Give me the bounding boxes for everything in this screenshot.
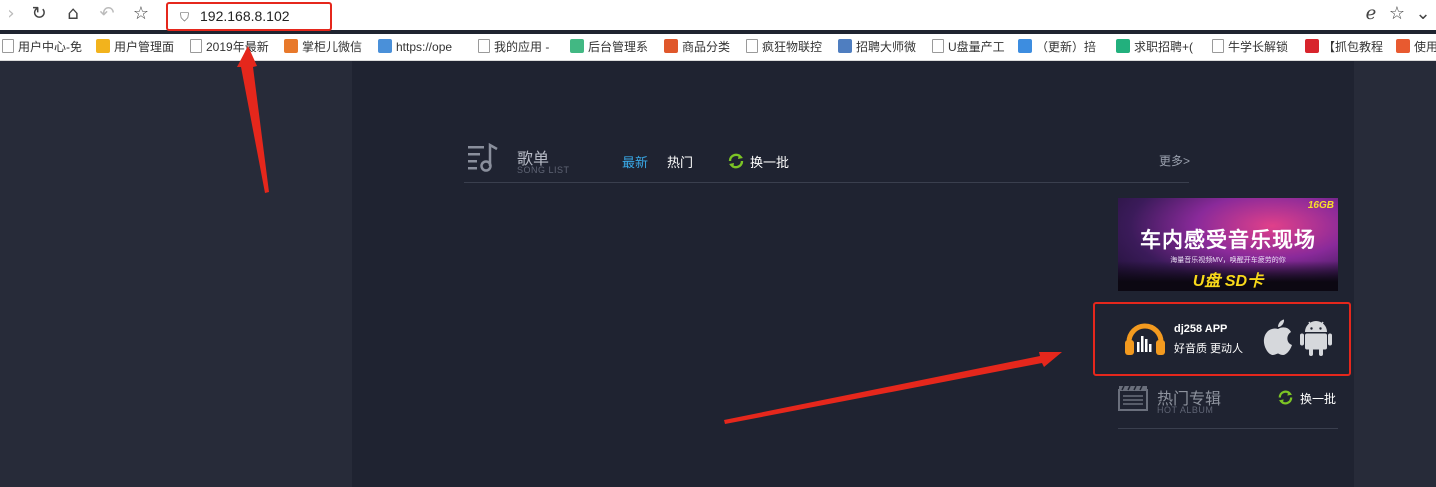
chevron-down-icon[interactable]: ⌄ — [1412, 3, 1434, 25]
address-bar[interactable]: ⛉ 192.168.8.102 — [166, 2, 332, 31]
page-icon — [190, 39, 202, 53]
banner-usb-label: U盘 SD卡 — [1192, 273, 1264, 290]
site-icon — [1018, 39, 1032, 53]
blank-icon — [932, 39, 944, 53]
url-text[interactable]: 192.168.8.102 — [200, 8, 290, 24]
site-icon — [1305, 39, 1319, 53]
page-left-gutter — [0, 61, 352, 487]
tab-newest[interactable]: 最新 — [622, 152, 648, 171]
bookmark-item[interactable]: 我的应用 - — [478, 38, 554, 56]
bookmark-item[interactable]: 后台管理系 — [570, 38, 650, 56]
bookmark-item[interactable]: 用户中心-免 — [2, 38, 82, 56]
page-icon — [1212, 39, 1224, 53]
site-icon — [1396, 39, 1410, 53]
star-icon[interactable]: ☆ — [130, 3, 152, 25]
page-right-gutter — [1354, 61, 1436, 487]
home-icon[interactable]: ⌂ — [62, 3, 84, 25]
album-icon — [1118, 385, 1148, 411]
apple-icon[interactable] — [1262, 318, 1294, 356]
bookmark-item[interactable]: 招聘大师微 — [838, 38, 918, 56]
page-icon — [746, 39, 758, 53]
bookmark-item[interactable]: 求职招聘+( — [1116, 38, 1200, 56]
site-icon — [378, 39, 392, 53]
shield-icon: ⛉ — [180, 10, 190, 24]
bookmarks-bar: 用户中心-免 用户管理面 2019年最新 掌柜儿微信 https://ope 我… — [0, 34, 1436, 61]
headphones-app-icon[interactable] — [1124, 318, 1166, 358]
bookmark-item[interactable]: （更新）掊 — [1018, 38, 1104, 56]
app-name: dj258 APP — [1174, 323, 1228, 335]
bookmark-item[interactable]: 商品分类 — [664, 38, 734, 56]
divider — [464, 182, 1189, 183]
bookmark-item[interactable]: 2019年最新 — [190, 38, 270, 56]
reload-icon[interactable]: ↻ — [28, 3, 50, 25]
bookmark-item[interactable]: 牛学长解锁 — [1212, 38, 1292, 56]
vue-icon — [570, 39, 584, 53]
favorite-star-icon[interactable]: ☆ — [1386, 3, 1408, 25]
undo-icon[interactable]: ↶ — [96, 3, 118, 25]
forward-icon[interactable]: › — [0, 3, 22, 25]
refresh-icon[interactable] — [727, 152, 745, 170]
bookmark-item[interactable]: 【抓包教程 — [1305, 38, 1385, 56]
banner-subtitle: 海量音乐视频MV，唤醒开车疲劳的你 — [1170, 257, 1286, 264]
banner-title: 车内感受音乐现场 — [1140, 229, 1316, 252]
more-link[interactable]: 更多> — [1159, 152, 1190, 169]
browser-toolbar: › ↻ ⌂ ↶ ☆ ⛉ 192.168.8.102 ℯ ☆ ⌄ — [0, 0, 1436, 31]
bookmark-item[interactable]: 掌柜儿微信 — [284, 38, 364, 56]
android-icon[interactable] — [1300, 318, 1332, 358]
banner-capacity-tag: 16GB — [1307, 200, 1334, 211]
tab-hot[interactable]: 热门 — [667, 152, 693, 171]
page-icon — [478, 39, 490, 53]
bookmark-item[interactable]: 用户管理面 — [96, 38, 176, 56]
user-icon — [96, 39, 110, 53]
bookmark-item[interactable]: 使用 — [1396, 38, 1436, 56]
page-icon — [2, 39, 14, 53]
bookmark-item[interactable]: 疯狂物联控 — [746, 38, 826, 56]
songlist-subtitle: SONG LIST — [517, 165, 570, 175]
refresh-icon[interactable] — [1277, 389, 1294, 406]
hot-albums-subtitle: HOT ALBUM — [1157, 405, 1214, 415]
taobao-icon — [664, 39, 678, 53]
bookmark-item[interactable]: https://ope — [378, 38, 462, 56]
lightning-icon — [1116, 39, 1130, 53]
refresh-button[interactable]: 换一批 — [750, 152, 789, 171]
site-icon — [284, 39, 298, 53]
bookmark-item[interactable]: U盘量产工 — [932, 38, 1008, 56]
hot-albums-refresh-button[interactable]: 换一批 — [1300, 390, 1336, 407]
app-slogan: 好音质 更动人 — [1174, 343, 1244, 355]
divider — [1118, 428, 1338, 429]
ie-mode-icon[interactable]: ℯ — [1360, 3, 1382, 25]
wordpress-icon — [838, 39, 852, 53]
usb-music-banner[interactable]: 16GB 车内感受音乐现场 海量音乐视频MV，唤醒开车疲劳的你 U盘 SD卡 — [1118, 198, 1338, 291]
music-list-icon — [468, 142, 498, 172]
